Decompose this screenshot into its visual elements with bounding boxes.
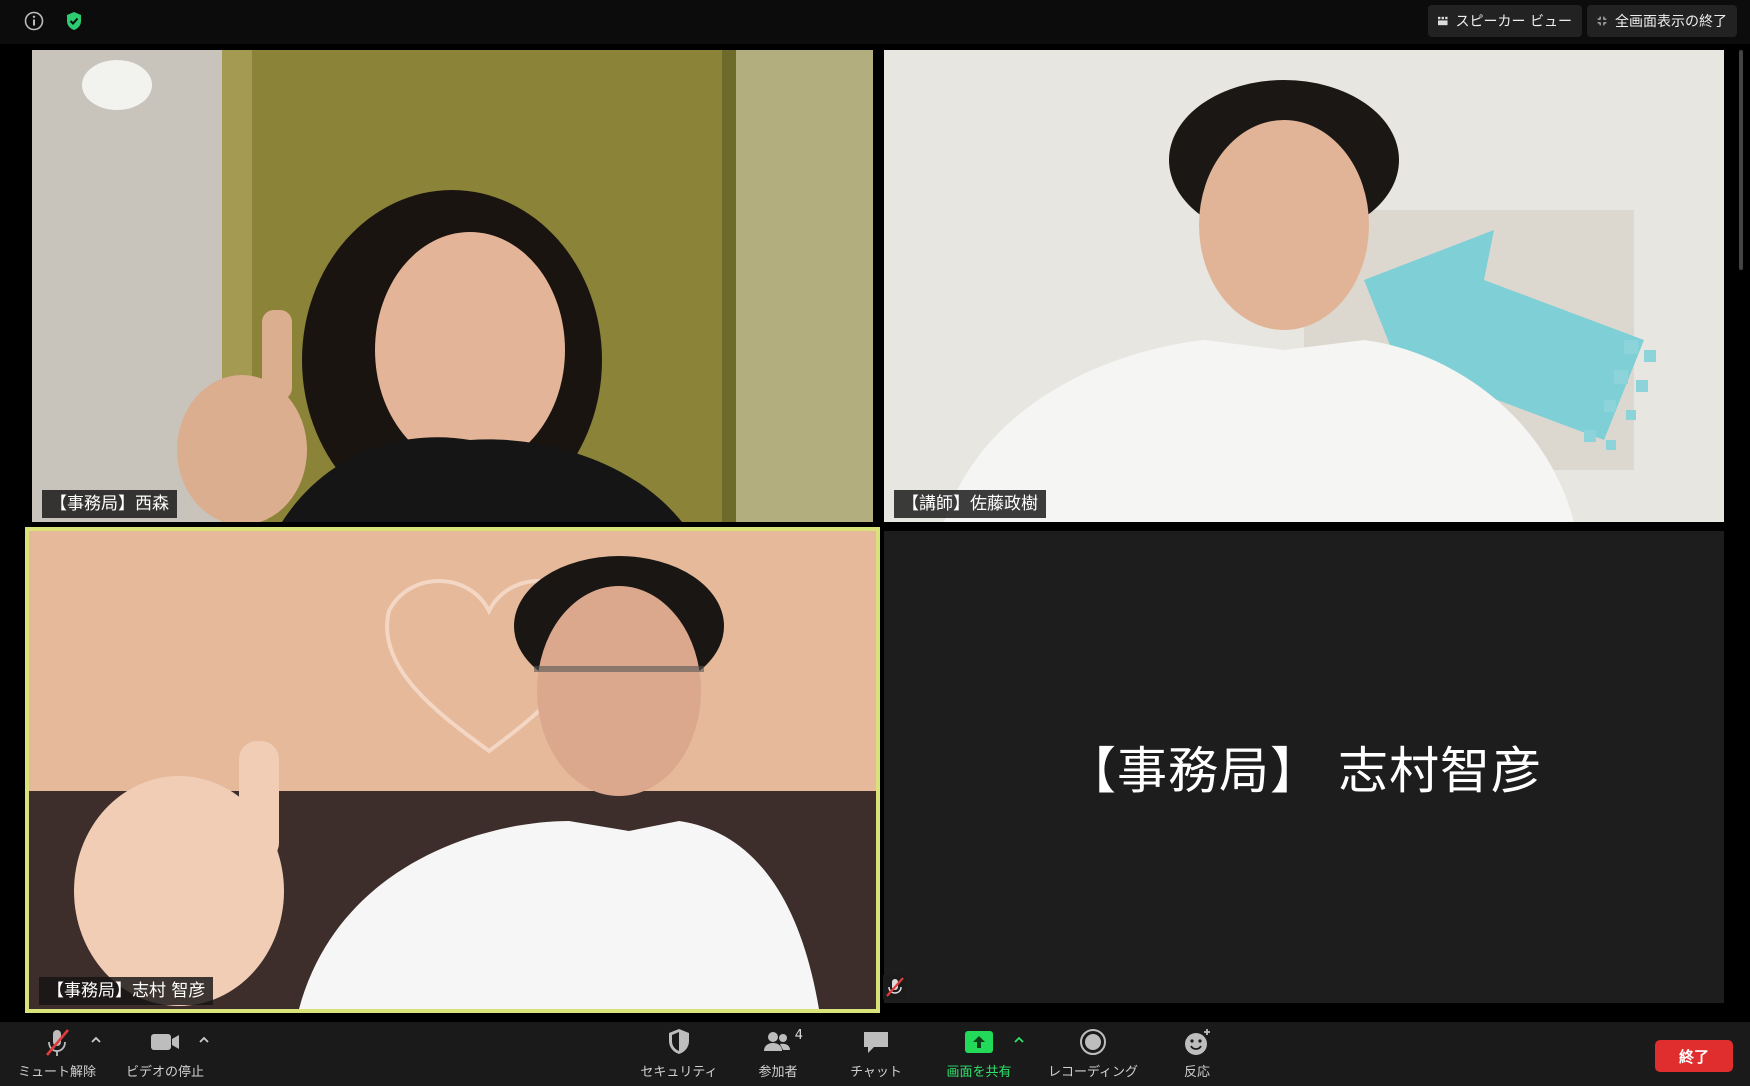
meeting-top-bar: スピーカー ビュー 全画面表示の終了 <box>0 0 1750 44</box>
microphone-muted-icon <box>40 1026 74 1058</box>
chat-bubble-icon <box>859 1026 893 1058</box>
audio-options-caret-icon[interactable] <box>89 1032 103 1046</box>
record-icon <box>1076 1026 1110 1058</box>
share-screen-label: 画面を共有 <box>946 1065 1012 1080</box>
share-screen-button[interactable]: 画面を共有 <box>943 1026 1015 1084</box>
chat-button[interactable]: チャット <box>846 1026 906 1084</box>
participants-icon: 4 <box>761 1026 803 1058</box>
info-icon[interactable] <box>23 10 45 32</box>
share-options-caret-icon[interactable] <box>1012 1032 1026 1046</box>
reactions-button[interactable]: 反応 <box>1177 1026 1217 1084</box>
end-meeting-button[interactable]: 終了 <box>1655 1040 1733 1072</box>
video-tile-1[interactable]: 【事務局】西森 <box>32 50 873 522</box>
speaker-view-label: スピーカー ビュー <box>1455 14 1572 30</box>
muted-mic-icon <box>883 975 907 999</box>
participant-video <box>29 531 876 1009</box>
meeting-controls-toolbar: ミュート解除 ビデオの停止 セキュリティ 4 参加者 チャット 画面を共有 レコ… <box>0 1022 1750 1086</box>
exit-fullscreen-button[interactable]: 全画面表示の終了 <box>1587 5 1737 37</box>
unmute-label: ミュート解除 <box>17 1065 96 1080</box>
participant-name-tag: 【事務局】西森 <box>42 490 177 518</box>
participant-video <box>32 50 873 522</box>
stop-video-button[interactable]: ビデオの停止 <box>124 1026 206 1084</box>
record-button[interactable]: レコーディング <box>1043 1026 1143 1084</box>
video-tile-2[interactable]: 【講師】佐藤政樹 <box>884 50 1724 522</box>
participants-button[interactable]: 4 参加者 <box>752 1026 804 1084</box>
participant-name-tag: 【事務局】志村 智彦 <box>39 977 214 1005</box>
security-button[interactable]: セキュリティ <box>637 1026 721 1084</box>
participants-label: 参加者 <box>758 1065 798 1080</box>
video-options-caret-icon[interactable] <box>197 1032 211 1046</box>
participant-video <box>884 50 1724 522</box>
gallery-scrollbar[interactable] <box>1739 50 1743 270</box>
participants-count: 4 <box>794 1028 803 1043</box>
participant-name-tag: 【講師】佐藤政樹 <box>894 490 1046 518</box>
security-label: セキュリティ <box>640 1065 718 1080</box>
chat-label: チャット <box>850 1065 902 1080</box>
video-camera-icon <box>148 1026 182 1058</box>
unmute-button[interactable]: ミュート解除 <box>16 1026 98 1084</box>
record-label: レコーディング <box>1047 1065 1139 1080</box>
speaker-view-button[interactable]: スピーカー ビュー <box>1428 5 1582 37</box>
stop-video-label: ビデオの停止 <box>125 1065 204 1080</box>
reaction-emoji-icon <box>1180 1026 1214 1058</box>
video-tile-4-video-off[interactable]: 【事務局】 志村智彦 <box>884 531 1724 1003</box>
participant-display-name: 【事務局】 志村智彦 <box>1066 742 1542 800</box>
encryption-shield-icon[interactable] <box>63 10 85 32</box>
share-screen-icon <box>962 1026 996 1058</box>
security-shield-icon <box>662 1026 696 1058</box>
video-tile-3-active-speaker[interactable]: 【事務局】志村 智彦 <box>29 531 876 1009</box>
exit-fullscreen-icon <box>1597 16 1607 26</box>
grid-view-icon <box>1438 16 1448 26</box>
reactions-label: 反応 <box>1183 1065 1210 1080</box>
exit-fullscreen-label: 全画面表示の終了 <box>1615 14 1727 30</box>
